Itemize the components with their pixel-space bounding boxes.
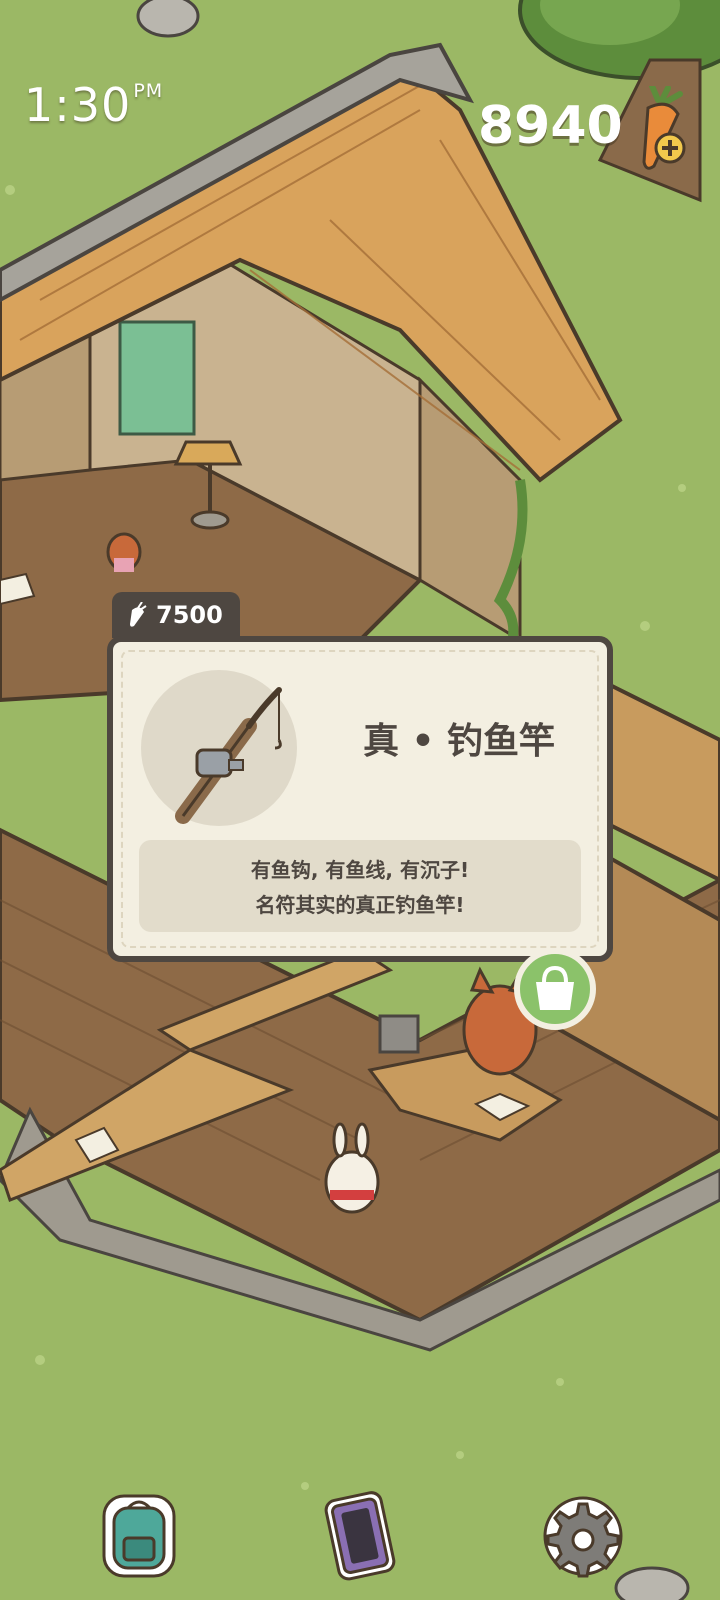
description-line: 有鱼钩, 有鱼线, 有沉子!: [250, 858, 470, 882]
fishing-rod-icon: [175, 687, 282, 824]
plus-icon[interactable]: [654, 132, 686, 164]
clock: 1:30 PM: [24, 78, 163, 132]
shopping-bag-icon[interactable]: [512, 946, 598, 1032]
phone-icon[interactable]: [316, 1490, 402, 1582]
carrot-icon[interactable]: [628, 86, 692, 172]
carrot-icon: [130, 602, 147, 627]
item-name: 真 • 钓鱼竿: [362, 721, 556, 762]
backpack-icon[interactable]: [96, 1490, 182, 1582]
item-card[interactable]: 真 • 钓鱼竿 有鱼钩, 有鱼线, 有沉子! 名符其实的真正钓鱼竿!: [107, 636, 613, 962]
clock-time: 1:30: [24, 78, 132, 132]
clock-ampm: PM: [133, 80, 164, 102]
rock: [614, 1566, 690, 1600]
carrot-balance: 8940: [478, 96, 623, 156]
price-value: 7500: [156, 601, 223, 629]
price-tag: 7500: [112, 592, 240, 638]
gear-icon[interactable]: [540, 1490, 626, 1582]
item-description: 有鱼钩, 有鱼线, 有沉子! 名符其实的真正钓鱼竿!: [139, 840, 581, 932]
rock: [136, 0, 200, 38]
description-line: 名符其实的真正钓鱼竿!: [255, 893, 465, 917]
